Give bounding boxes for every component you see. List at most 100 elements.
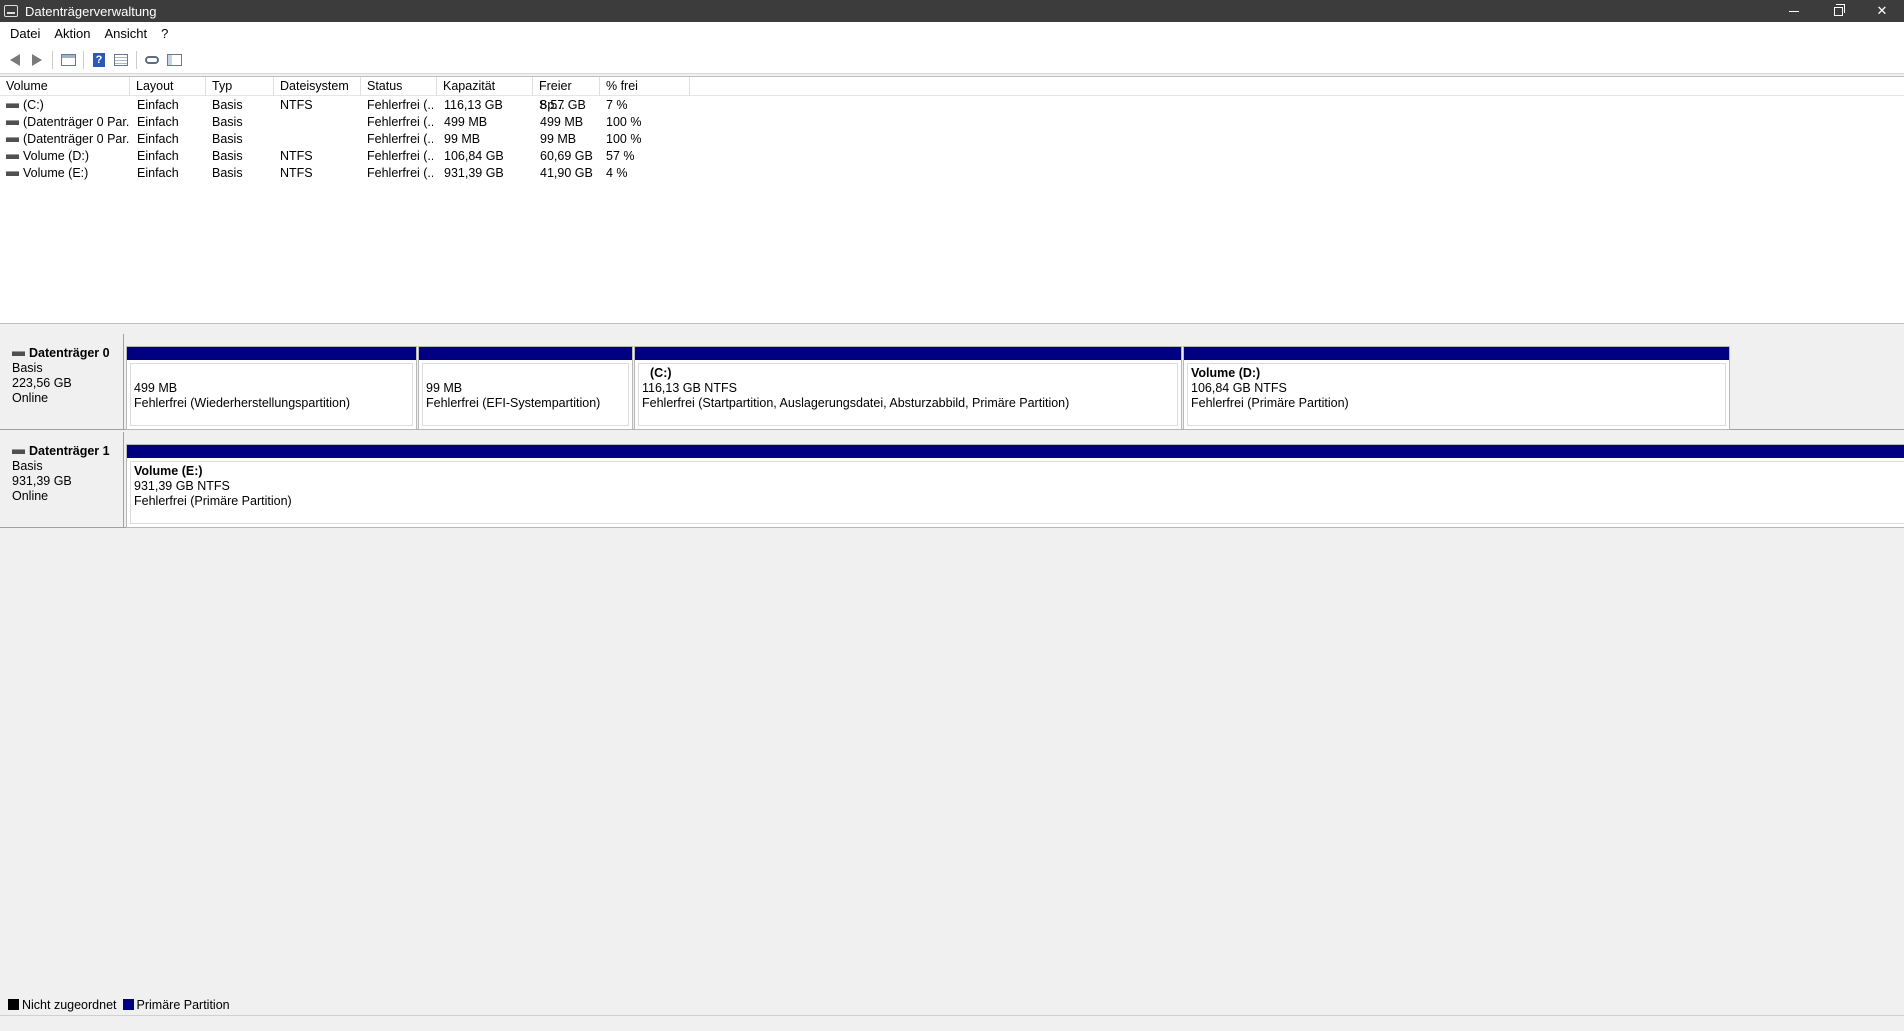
cell-volume: (Datenträger 0 Par... xyxy=(6,114,130,131)
toolbar-separator xyxy=(136,50,137,69)
partition-recovery[interactable]: 499 MB Fehlerfrei (Wiederherstellungspar… xyxy=(126,346,417,430)
volume-name: (Datenträger 0 Par... xyxy=(23,115,130,129)
column-header-volume[interactable]: Volume xyxy=(0,77,130,96)
column-header-row: Volume Layout Typ Dateisystem Status Kap… xyxy=(0,77,1904,112)
cell-typ: Basis xyxy=(212,166,243,180)
connect-button[interactable] xyxy=(141,49,163,71)
minimize-icon xyxy=(1789,10,1799,12)
volume-list: Volume Layout Typ Dateisystem Status Kap… xyxy=(0,76,1904,324)
partition-name: Volume (D:) xyxy=(1191,366,1261,380)
list-view-button[interactable] xyxy=(163,49,185,71)
menu-ansicht[interactable]: Ansicht xyxy=(98,22,155,46)
disk-1-label[interactable]: Datenträger 1 Basis 931,39 GB Online xyxy=(2,432,124,527)
partition-size: 931,39 GB NTFS xyxy=(134,479,230,493)
partition-size: 499 MB xyxy=(134,381,178,395)
table-row[interactable]: Volume (E:) Einfach Basis NTFS Fehlerfre… xyxy=(0,165,1904,182)
disk-0-size: 223,56 GB xyxy=(12,376,72,390)
partition-e[interactable]: Volume (E:) 931,39 GB NTFS Fehlerfrei (P… xyxy=(126,444,1904,528)
primary-partition-bar xyxy=(127,347,416,360)
cell-layout: Einfach xyxy=(137,166,179,180)
props-icon xyxy=(114,53,128,66)
disk-0-label[interactable]: Datenträger 0 Basis 223,56 GB Online xyxy=(2,334,124,429)
cell-typ: Basis xyxy=(212,132,243,146)
cell-kapazitaet: 99 MB xyxy=(444,132,481,146)
cell-layout: Einfach xyxy=(137,115,179,129)
partition-body: Volume (D:) 106,84 GB NTFS Fehlerfrei (P… xyxy=(1187,363,1726,426)
menu-bar: Datei Aktion Ansicht ? xyxy=(0,22,1904,46)
column-header-dateisystem[interactable]: Dateisystem xyxy=(274,77,361,96)
legend-swatch xyxy=(122,999,134,1010)
cell-prozent-frei: 4 % xyxy=(606,166,628,180)
table-row[interactable]: Volume (D:) Einfach Basis NTFS Fehlerfre… xyxy=(0,148,1904,165)
partition-efi[interactable]: 99 MB Fehlerfrei (EFI-Systempartition) xyxy=(418,346,633,430)
forward-button[interactable] xyxy=(26,49,48,71)
cell-dateisystem: NTFS xyxy=(280,166,313,180)
column-header-typ[interactable]: Typ xyxy=(206,77,274,96)
partition-status: Fehlerfrei (Primäre Partition) xyxy=(134,494,292,508)
forward-icon xyxy=(32,53,42,66)
cell-volume: (C:) xyxy=(6,97,130,114)
cell-status: Fehlerfrei (... xyxy=(367,98,433,112)
disk-1-type: Basis xyxy=(12,459,43,473)
table-row[interactable]: (Datenträger 0 Par... Einfach Basis Fehl… xyxy=(0,114,1904,131)
disk-1-status: Online xyxy=(12,489,49,503)
menu-help[interactable]: ? xyxy=(154,22,175,46)
minimize-button[interactable] xyxy=(1772,0,1816,22)
window-title: Datenträgerverwaltung xyxy=(25,3,157,19)
cell-typ: Basis xyxy=(212,149,243,163)
cell-typ: Basis xyxy=(212,115,243,129)
partition-name xyxy=(426,366,628,381)
show-hide-tree-button[interactable] xyxy=(57,49,79,71)
cell-dateisystem: NTFS xyxy=(280,98,313,112)
legend-label: Nicht zugeordnet xyxy=(22,997,117,1012)
disk-0-name: Datenträger 0 xyxy=(12,346,123,361)
back-button[interactable] xyxy=(4,49,26,71)
cell-status: Fehlerfrei (... xyxy=(367,149,433,163)
table-row[interactable]: (C:) Einfach Basis NTFS Fehlerfrei (... … xyxy=(0,97,1904,114)
disk-row-0: Datenträger 0 Basis 223,56 GB Online 499… xyxy=(0,334,1904,430)
partition-body: 99 MB Fehlerfrei (EFI-Systempartition) xyxy=(422,363,629,426)
disk-1-name: Datenträger 1 xyxy=(12,444,123,459)
help-button[interactable]: ? xyxy=(88,49,110,71)
cell-freier-speicher: 499 MB xyxy=(540,115,584,129)
toolbar-separator xyxy=(52,50,53,69)
column-header-prozent-frei[interactable]: % frei xyxy=(600,77,690,96)
partition-status: Fehlerfrei (Primäre Partition) xyxy=(1191,396,1349,410)
list-icon xyxy=(166,53,182,66)
toolbar: ? xyxy=(0,46,1904,74)
disk-graphical-view: Datenträger 0 Basis 223,56 GB Online 499… xyxy=(0,326,1904,994)
menu-datei[interactable]: Datei xyxy=(3,22,47,46)
partition-c[interactable]: (C:) 116,13 GB NTFS Fehlerfrei (Startpar… xyxy=(634,346,1182,430)
close-button[interactable]: ✕ xyxy=(1860,0,1904,22)
cell-prozent-frei: 7 % xyxy=(606,98,628,112)
primary-partition-bar xyxy=(419,347,632,360)
cell-volume: Volume (D:) xyxy=(6,148,130,165)
column-header-layout[interactable]: Layout xyxy=(130,77,206,96)
partition-name xyxy=(134,366,412,381)
cell-layout: Einfach xyxy=(137,132,179,146)
partition-d[interactable]: Volume (D:) 106,84 GB NTFS Fehlerfrei (P… xyxy=(1183,346,1730,430)
properties-button[interactable] xyxy=(110,49,132,71)
disk-1-title: Datenträger 1 xyxy=(29,444,110,458)
column-header-status[interactable]: Status xyxy=(361,77,437,96)
table-row[interactable]: (Datenträger 0 Par... Einfach Basis Fehl… xyxy=(0,131,1904,148)
cell-kapazitaet: 116,13 GB xyxy=(444,98,503,112)
toolbar-separator xyxy=(83,50,84,69)
restore-button[interactable] xyxy=(1816,0,1860,22)
disk-0-title: Datenträger 0 xyxy=(29,346,110,360)
cell-freier-speicher: 8,57 GB xyxy=(540,98,586,112)
legend: Nicht zugeordnet Primäre Partition xyxy=(0,994,1904,1016)
column-header-freier-speicher[interactable]: Freier Sp... xyxy=(533,77,600,112)
cell-volume: Volume (E:) xyxy=(6,165,130,182)
column-header-kapazitaet[interactable]: Kapazität xyxy=(437,77,533,96)
partition-name: (C:) xyxy=(650,366,672,380)
cell-status: Fehlerfrei (... xyxy=(367,132,433,146)
partition-size: 116,13 GB NTFS xyxy=(642,381,737,395)
cell-kapazitaet: 931,39 GB xyxy=(444,166,504,180)
cell-prozent-frei: 100 % xyxy=(606,132,642,146)
partition-status: Fehlerfrei (EFI-Systempartition) xyxy=(426,396,601,410)
partition-status: Fehlerfrei (Wiederherstellungspartition) xyxy=(134,396,351,410)
cell-layout: Einfach xyxy=(137,98,179,112)
menu-aktion[interactable]: Aktion xyxy=(47,22,97,46)
volume-icon xyxy=(6,137,19,143)
